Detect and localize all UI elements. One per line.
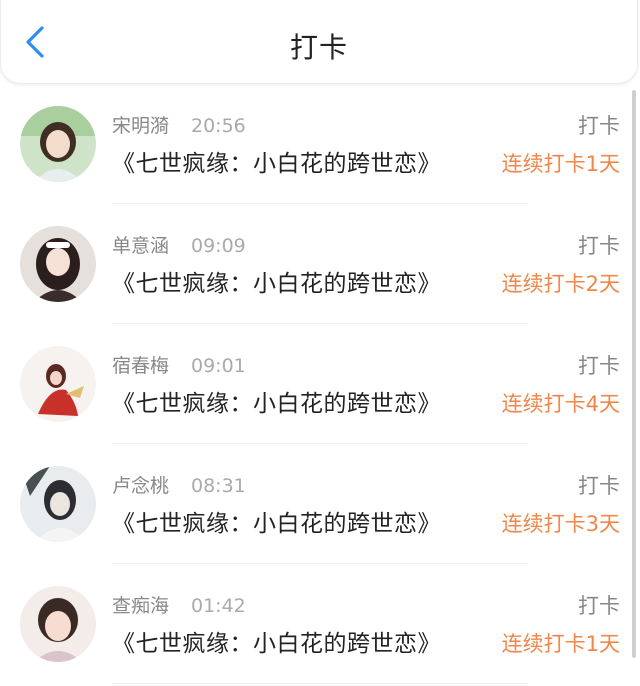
page-title: 打卡 [289,31,348,64]
streak-badge: 连续打卡1天 [501,152,620,176]
user-name: 宋明漪 [112,115,170,137]
streak-badge: 连续打卡2天 [501,272,620,296]
avatar[interactable] [20,346,96,422]
book-title[interactable]: 《七世疯缘：小白花的跨世恋》 [112,389,441,419]
checkin-time: 08:31 [191,475,246,497]
list-item[interactable]: 宿春梅 09:01 《七世疯缘：小白花的跨世恋》 打卡 连续打卡4天 [0,324,630,444]
avatar[interactable] [20,586,96,662]
streak-badge: 连续打卡4天 [501,392,620,416]
book-title[interactable]: 《七世疯缘：小白花的跨世恋》 [112,269,441,299]
list-item[interactable]: 单意涵 09:09 《七世疯缘：小白花的跨世恋》 打卡 连续打卡2天 [0,204,630,324]
scrollbar[interactable] [632,90,636,658]
list-item[interactable]: 卢念桃 08:31 《七世疯缘：小白花的跨世恋》 打卡 连续打卡3天 [0,444,630,564]
checkin-time: 20:56 [191,115,246,137]
checkin-label: 打卡 [578,114,620,138]
checkin-label: 打卡 [578,474,620,498]
checkin-list: 宋明漪 20:56 《七世疯缘：小白花的跨世恋》 打卡 连续打卡1天 单意涵 0… [0,84,640,686]
user-name: 卢念桃 [112,475,170,497]
checkin-screen: 打卡 宋明漪 20:56 《七世疯缘：小白花的跨世恋》 打卡 连续打卡1天 单意… [0,0,640,686]
checkin-time: 01:42 [191,595,246,617]
checkin-label: 打卡 [578,354,620,378]
streak-badge: 连续打卡1天 [501,632,620,656]
user-name: 宿春梅 [112,355,170,377]
avatar[interactable] [20,226,96,302]
row-divider [112,683,528,684]
top-bar: 打卡 [0,0,638,84]
avatar[interactable] [20,106,96,182]
checkin-time: 09:09 [191,235,246,257]
user-name: 查痴海 [112,595,170,617]
checkin-label: 打卡 [578,234,620,258]
list-item[interactable]: 查痴海 01:42 《七世疯缘：小白花的跨世恋》 打卡 连续打卡1天 [0,564,630,684]
checkin-time: 09:01 [191,355,246,377]
book-title[interactable]: 《七世疯缘：小白花的跨世恋》 [112,509,441,539]
list-item[interactable]: 宋明漪 20:56 《七世疯缘：小白花的跨世恋》 打卡 连续打卡1天 [0,84,630,204]
book-title[interactable]: 《七世疯缘：小白花的跨世恋》 [112,149,441,179]
user-name: 单意涵 [112,235,170,257]
streak-badge: 连续打卡3天 [501,512,620,536]
book-title[interactable]: 《七世疯缘：小白花的跨世恋》 [112,629,441,659]
checkin-label: 打卡 [578,594,620,618]
avatar[interactable] [20,466,96,542]
